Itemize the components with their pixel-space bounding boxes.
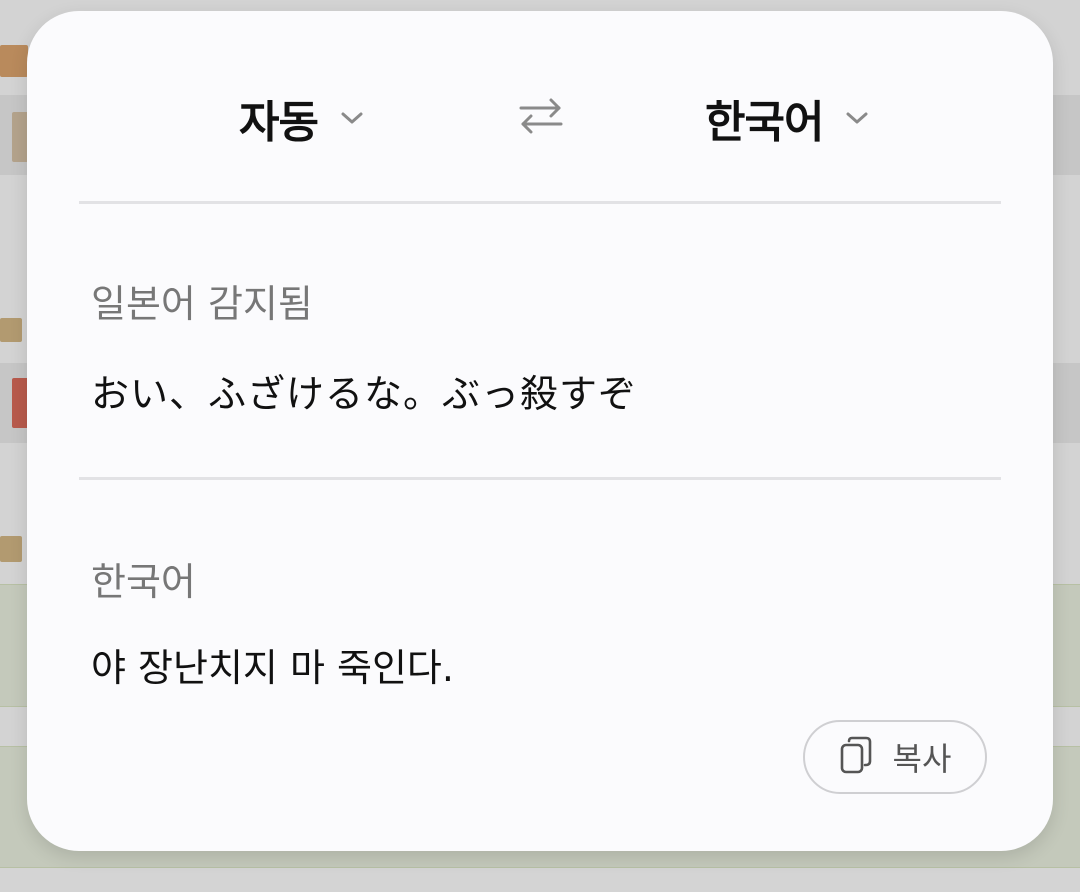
source-language-label: 자동 (239, 97, 319, 148)
detected-language-label: 일본어 감지됨 (91, 282, 313, 326)
target-language-label: 한국어 (705, 97, 824, 148)
swap-arrows-icon (517, 96, 565, 140)
copy-button[interactable]: 복사 (803, 720, 987, 794)
translated-text: 야 장난치지 마 죽인다. (91, 646, 454, 690)
translation-popup: 자동 한국어 일본어 감지됨 おい、ふざけるな。ぶっ殺すぞ 한국어 야 장난치지… (27, 11, 1053, 851)
target-language-selector[interactable]: 한국어 (705, 83, 869, 153)
swap-languages-button[interactable] (515, 95, 567, 141)
divider (79, 477, 1001, 480)
chevron-down-icon (845, 106, 869, 130)
copy-button-label: 복사 (892, 740, 952, 778)
source-text: おい、ふざけるな。ぶっ殺すぞ (91, 372, 638, 416)
background-thumbnail (0, 318, 22, 342)
source-language-selector[interactable]: 자동 (239, 83, 364, 153)
language-bar: 자동 한국어 (27, 83, 1053, 153)
background-thumbnail (0, 536, 22, 562)
chevron-down-icon (340, 106, 364, 130)
divider (79, 201, 1001, 204)
copy-icon (839, 735, 873, 779)
target-language-section-label: 한국어 (91, 560, 196, 604)
background-thumbnail (0, 45, 28, 77)
